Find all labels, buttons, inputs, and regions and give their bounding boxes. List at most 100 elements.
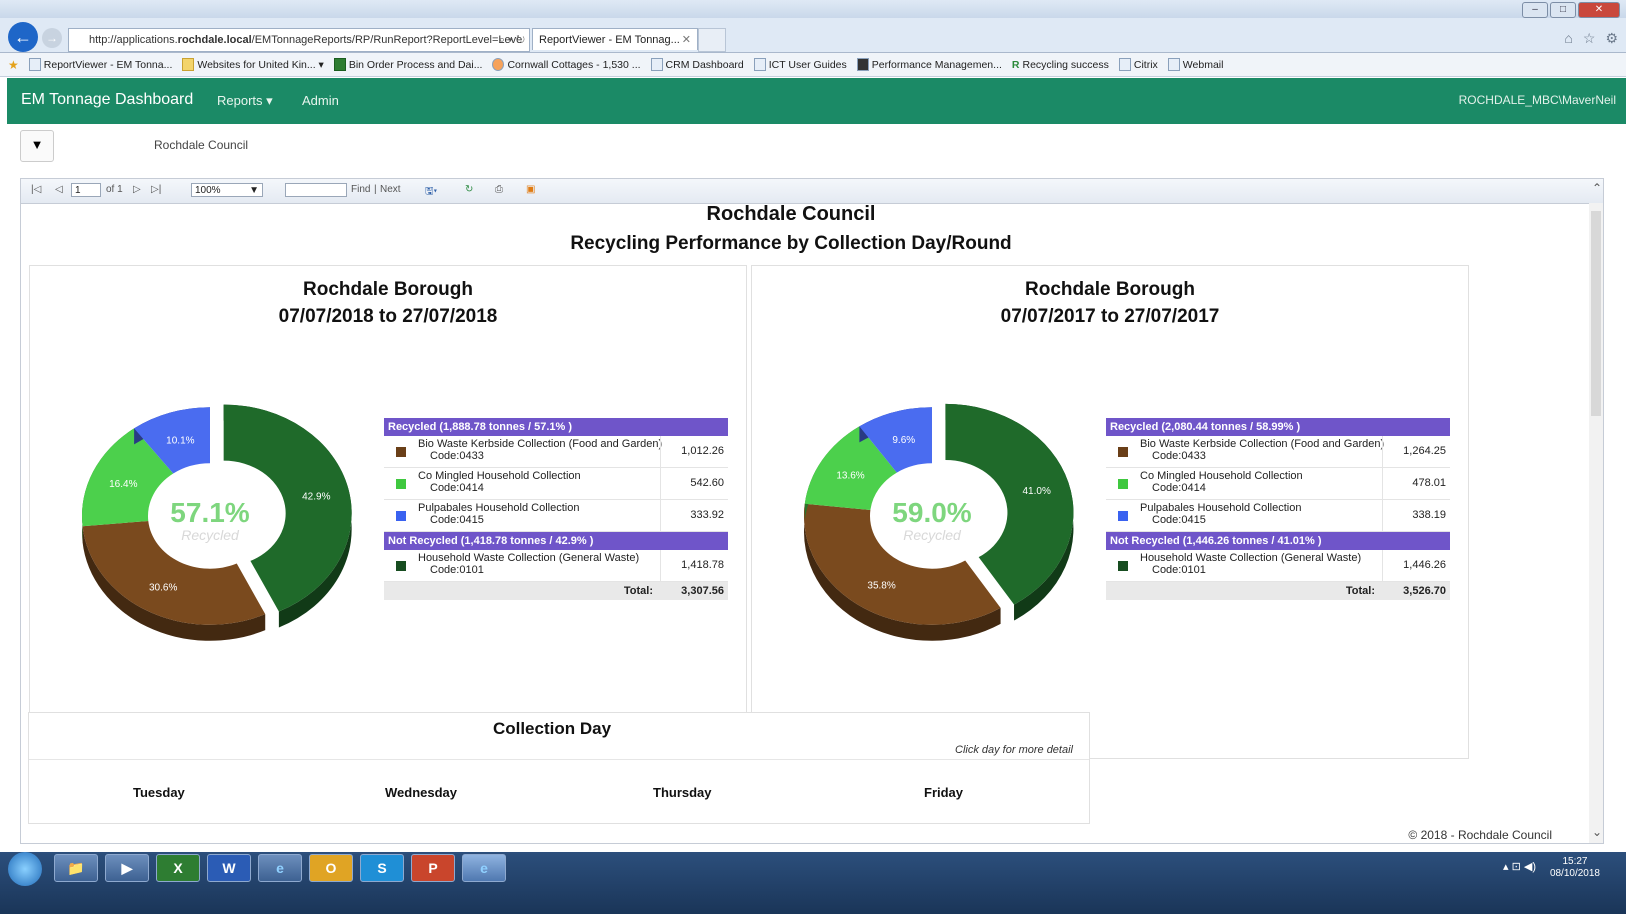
donut-center-label: Recycled [903,527,962,543]
skype-taskbar-icon[interactable]: S [360,854,404,882]
donut-chart-2018[interactable]: 42.9% 30.6% 16.4% 10.1% 57.1%Recycled [70,396,390,656]
home-icon[interactable]: ⌂ [1564,30,1572,47]
browser-toolbar-icons: ⌂ ☆ ⚙ [1564,30,1618,47]
favorites-star-icon[interactable]: ★ [8,58,19,72]
menu-reports[interactable]: Reports ▾ [217,93,273,109]
fav-item[interactable]: Websites for United Kin... ▾ [182,58,324,71]
find-link[interactable]: Find [351,184,370,195]
star-icon[interactable]: ☆ [1583,30,1596,47]
legend-row[interactable]: Bio Waste Kerbside Collection (Food and … [384,436,728,468]
start-button[interactable] [8,852,42,886]
gear-icon[interactable]: ⚙ [1605,30,1618,47]
slice-label: 42.9% [302,492,330,503]
swatch [396,479,406,489]
outlook-taskbar-icon[interactable]: O [309,854,353,882]
legend-row[interactable]: Co Mingled Household Collection Code:0414… [1106,468,1450,500]
legend-row[interactable]: Pulpabales Household Collection Code:0415… [384,500,728,532]
fav-item[interactable]: ReportViewer - EM Tonna... [28,58,172,71]
excel-taskbar-icon[interactable]: X [156,854,200,882]
swatch [396,447,406,457]
system-tray[interactable]: ▴ ⊡ ◀) [1503,860,1536,873]
url-text: http://applications.rochdale.local/EMTon… [89,34,523,46]
scroll-up-icon[interactable]: ⌃ [1592,181,1602,195]
find-separator: | [374,184,377,195]
next-page-icon[interactable]: ▷ [133,184,141,195]
ie-taskbar-icon[interactable]: e [258,854,302,882]
menu-admin[interactable]: Admin [302,93,339,108]
powerpoint-taskbar-icon[interactable]: P [411,854,455,882]
forward-button[interactable]: → [42,28,62,48]
back-button[interactable]: ← [8,22,38,52]
atom-feed-icon[interactable]: ▣ [526,184,535,195]
swatch [1118,447,1128,457]
ie-active-taskbar-icon[interactable]: e [462,854,506,882]
day-wednesday[interactable]: Wednesday [385,785,457,800]
slice-label: 30.6% [149,582,177,593]
media-player-taskbar-icon[interactable]: ▶ [105,854,149,882]
window-titlebar: – □ ✕ [0,0,1626,18]
legend-total: Total: 3,526.70 [1106,582,1450,600]
scroll-down-icon[interactable]: ⌄ [1592,825,1602,839]
word-taskbar-icon[interactable]: W [207,854,251,882]
legend-row[interactable]: Pulpabales Household Collection Code:0415… [1106,500,1450,532]
donut-center-percent: 59.0% [892,497,971,528]
fav-item[interactable]: Performance Managemen... [856,58,1002,71]
clock[interactable]: 15:27 08/10/2018 [1550,856,1600,880]
minimize-button[interactable]: – [1522,2,1548,18]
collection-hint: Click day for more detail [955,744,1073,756]
page-icon [753,58,766,71]
first-page-icon[interactable]: |◁ [31,184,41,195]
panel-title: Rochdale Borough [1025,279,1195,300]
panel-dates: 07/07/2017 to 27/07/2017 [1000,306,1220,327]
address-controls[interactable]: ⌕ ▾ ↻ [499,29,525,51]
donut-chart-2017[interactable]: 41.0% 35.8% 13.6% 9.6% 59.0%Recycled [792,396,1112,656]
browser-tab-reportviewer[interactable]: ReportViewer - EM Tonnag... ✕ [532,28,698,50]
user-name[interactable]: ROCHDALE_MBC\MaverNeil [1459,93,1616,107]
slice-label: 16.4% [109,479,137,490]
fav-item[interactable]: CRM Dashboard [650,58,744,71]
print-icon[interactable]: ⎙ [495,184,503,195]
day-thursday[interactable]: Thursday [653,785,712,800]
legend-row[interactable]: Household Waste Collection (General Wast… [384,550,728,582]
window-controls: – □ ✕ [1522,2,1620,18]
divider [29,759,1089,760]
excel-icon [333,58,346,71]
not-recycled-header: Not Recycled (1,446.26 tonnes / 41.01% ) [1106,532,1450,550]
address-bar[interactable]: http://applications.rochdale.local/EMTon… [68,28,530,52]
maximize-button[interactable]: □ [1550,2,1576,18]
tab-close-icon[interactable]: ✕ [682,29,691,51]
donut-center-percent: 57.1% [170,497,249,528]
swatch [396,511,406,521]
explorer-taskbar-icon[interactable]: 📁 [54,854,98,882]
export-icon[interactable]: 🖫▾ [425,184,437,201]
legend-row[interactable]: Household Waste Collection (General Wast… [1106,550,1450,582]
fav-item[interactable]: Citrix [1118,58,1158,71]
chart-panel-2017: Rochdale Borough 07/07/2017 to 27/07/201… [751,265,1469,759]
app-brand[interactable]: EM Tonnage Dashboard [21,91,193,109]
legend-table-2018: Recycled (1,888.78 tonnes / 57.1% ) Bio … [384,418,728,600]
legend-row[interactable]: Co Mingled Household Collection Code:0414… [384,468,728,500]
refresh-icon[interactable]: ↻ [465,184,473,195]
scrollbar-thumb[interactable] [1591,211,1601,416]
zoom-select[interactable]: 100% ▼ [191,183,263,197]
page-icon [1167,58,1180,71]
swatch [1118,561,1128,571]
find-input[interactable] [285,183,347,197]
report-toolbar: |◁ ◁ 1 of 1 ▷ ▷| 100% ▼ Find | Next 🖫▾ ↻ … [21,179,1603,204]
close-window-button[interactable]: ✕ [1578,2,1620,18]
find-next-link[interactable]: Next [380,184,401,195]
fav-item[interactable]: Cornwall Cottages - 1,530 ... [492,58,641,71]
page-number-input[interactable]: 1 [71,183,101,197]
fav-item[interactable]: Webmail [1167,58,1223,71]
last-page-icon[interactable]: ▷| [151,184,161,195]
legend-row[interactable]: Bio Waste Kerbside Collection (Food and … [1106,436,1450,468]
day-tuesday[interactable]: Tuesday [133,785,185,800]
fav-item[interactable]: R Recycling success [1012,59,1109,71]
new-tab-button[interactable] [698,28,726,52]
prev-page-icon[interactable]: ◁ [55,184,63,195]
fav-item[interactable]: ICT User Guides [753,58,847,71]
fav-item[interactable]: Bin Order Process and Dai... [333,58,482,71]
filter-button[interactable]: ▼ [20,130,54,162]
chart-panel-2018: Rochdale Borough 07/07/2018 to 27/07/201… [29,265,747,717]
day-friday[interactable]: Friday [924,785,963,800]
